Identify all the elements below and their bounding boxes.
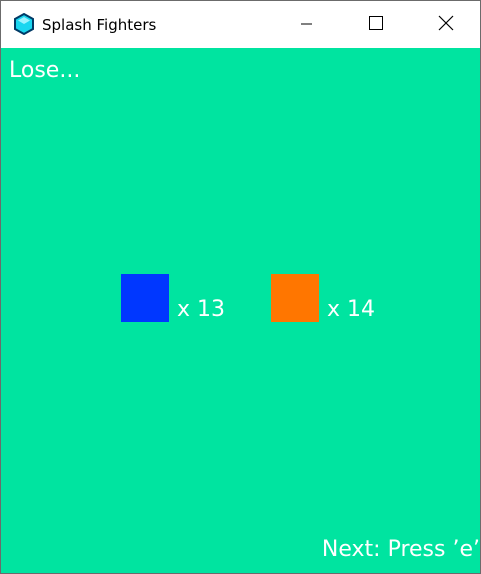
player-1-color-square bbox=[121, 274, 169, 322]
player-1-score: x 13 bbox=[177, 297, 226, 322]
game-window: Splash Fighters Lose... x 13 x 14 Next: … bbox=[0, 0, 481, 574]
close-icon bbox=[438, 15, 454, 35]
maximize-button[interactable] bbox=[353, 1, 399, 48]
title-bar[interactable]: Splash Fighters bbox=[1, 1, 480, 48]
window-title: Splash Fighters bbox=[42, 16, 157, 34]
cyan-gem-icon bbox=[13, 12, 35, 36]
minimize-button[interactable] bbox=[284, 1, 330, 48]
close-button[interactable] bbox=[423, 1, 469, 48]
maximize-icon bbox=[369, 15, 383, 34]
next-round-prompt: Next: Press ’e’ bbox=[321, 537, 480, 562]
game-canvas[interactable]: Lose... x 13 x 14 Next: Press ’e’ bbox=[1, 48, 480, 573]
minimize-icon bbox=[301, 15, 313, 34]
player-2-color-square bbox=[271, 274, 319, 322]
player-2-score: x 14 bbox=[327, 297, 376, 322]
round-result-text: Lose... bbox=[9, 58, 81, 83]
